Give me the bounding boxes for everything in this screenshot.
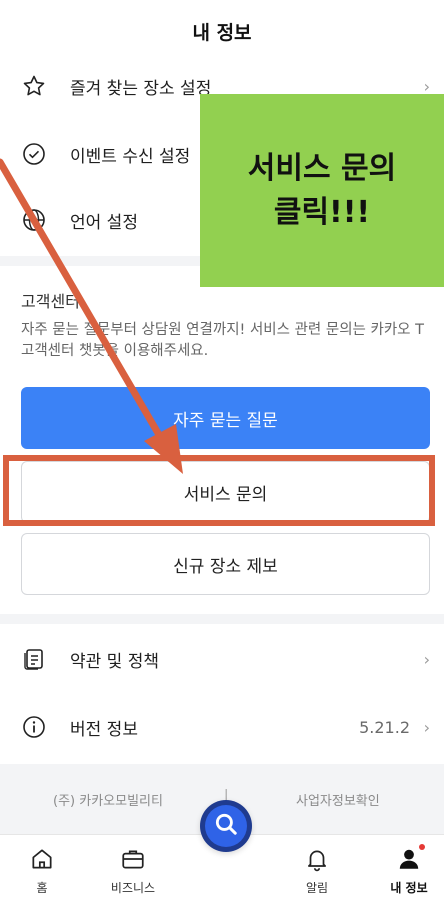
annotation-text: 서비스 문의 클릭!!! [247, 150, 397, 230]
customer-center-title: 고객센터 [21, 292, 80, 311]
version-number: 5.21.2 [359, 717, 410, 737]
company-name-link[interactable]: (주) 카카오모빌리티 [53, 790, 163, 809]
annotation-callout: 서비스 문의 클릭!!! [200, 94, 444, 287]
menu-item-terms[interactable]: 약관 및 정책 › [0, 629, 444, 689]
check-circle-icon [21, 141, 47, 167]
tab-notifications[interactable]: 알림 [277, 845, 357, 896]
tab-label: 홈 [36, 881, 48, 895]
notification-dot [419, 844, 425, 850]
search-fab[interactable] [200, 800, 252, 852]
customer-center-description: 자주 묻는 질문부터 상담원 연결까지! 서비스 관련 문의는 카카오 T 고객… [21, 322, 424, 359]
menu-item-label: 버전 정보 [70, 719, 138, 740]
menu-item-label: 즐겨 찾는 장소 설정 [70, 78, 212, 99]
search-icon [213, 811, 239, 841]
chevron-right-icon: › [423, 717, 430, 737]
menu-item-label: 언어 설정 [70, 212, 138, 233]
tab-business[interactable]: 비즈니스 [93, 845, 173, 896]
briefcase-icon [119, 845, 147, 873]
tab-home[interactable]: 홈 [2, 845, 82, 896]
menu-item-version[interactable]: 버전 정보 5.21.2 › [0, 697, 444, 757]
info-icon [21, 714, 47, 740]
new-place-report-button[interactable]: 신규 장소 제보 [21, 533, 430, 595]
person-icon [395, 844, 425, 873]
page-title: 내 정보 [192, 21, 252, 44]
highlight-box [3, 455, 435, 526]
tab-my-info[interactable]: 내 정보 [369, 844, 444, 896]
tab-label: 알림 [305, 881, 329, 895]
business-info-link[interactable]: 사업자정보확인 [296, 790, 380, 809]
tab-label: 비즈니스 [110, 881, 156, 895]
globe-icon [21, 207, 47, 233]
document-icon [21, 646, 47, 672]
tab-label: 내 정보 [390, 881, 428, 895]
top-header: 내 정보 [0, 0, 444, 62]
menu-item-label: 약관 및 정책 [70, 651, 160, 672]
bell-icon [303, 845, 331, 873]
chevron-right-icon: › [423, 649, 430, 669]
home-icon [28, 845, 56, 873]
menu-item-label: 이벤트 수신 설정 [70, 146, 191, 167]
chevron-right-icon: › [423, 76, 430, 96]
faq-button[interactable]: 자주 묻는 질문 [21, 387, 430, 449]
section-divider [0, 614, 444, 624]
star-icon [21, 73, 47, 99]
